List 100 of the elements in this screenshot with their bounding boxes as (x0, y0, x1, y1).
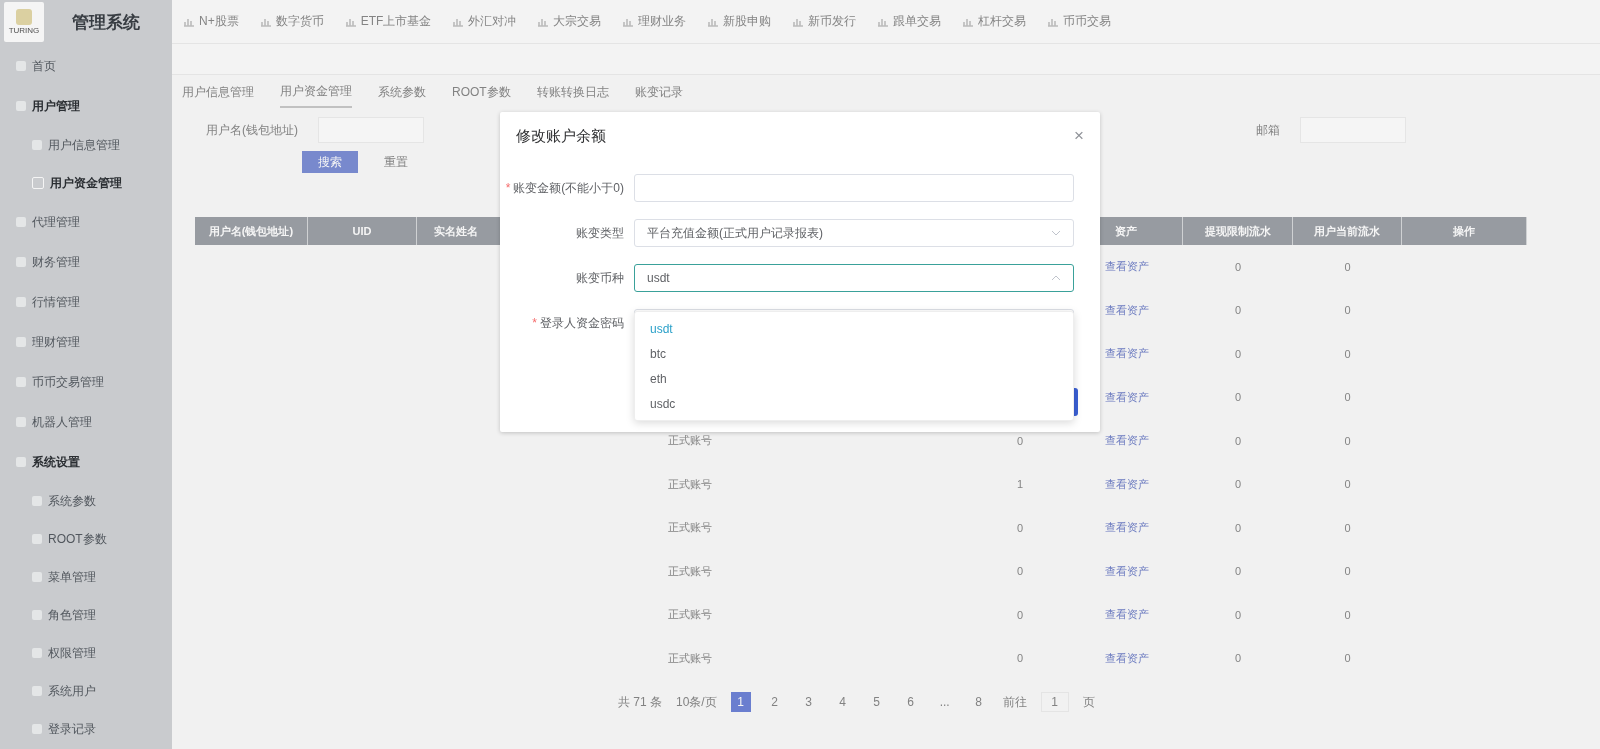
tab[interactable]: 转账转换日志 (536, 77, 609, 107)
nav-item[interactable]: 币币交易 (1048, 13, 1112, 30)
table-cell: 1 (1016, 478, 1024, 491)
assets-link[interactable]: 查看资产 (1104, 608, 1149, 621)
assets-link[interactable]: 查看资产 (1104, 434, 1149, 447)
close-button[interactable]: × (1074, 126, 1084, 146)
nav-item[interactable]: N+股票 (184, 13, 239, 30)
menu-icon (32, 686, 42, 696)
sidebar-subitem[interactable]: 权限管理 (0, 634, 172, 672)
table-cell: 0 (1234, 565, 1242, 578)
nav-item[interactable]: 大宗交易 (538, 13, 602, 30)
page-number[interactable]: 8 (968, 692, 989, 712)
sidebar-subitem[interactable]: 系统用户 (0, 672, 172, 710)
input-field[interactable] (634, 174, 1074, 202)
page-number[interactable]: 4 (832, 692, 853, 712)
nav-item[interactable]: 数字货币 (260, 13, 324, 30)
assets-link[interactable]: 查看资产 (1104, 303, 1149, 316)
chart-icon (963, 16, 975, 27)
assets-link[interactable]: 查看资产 (1104, 564, 1149, 577)
tab[interactable]: 用户信息管理 (182, 77, 254, 107)
sidebar-item[interactable]: 首页 (0, 46, 172, 86)
assets-link[interactable]: 查看资产 (1104, 651, 1149, 664)
total-count: 共 71 条 (618, 693, 662, 711)
sidebar-subitem[interactable]: 登录记录 (0, 710, 172, 748)
menu-icon (32, 177, 44, 189)
table-cell: 正式账号 (668, 608, 712, 621)
nav-item[interactable]: 杠杆交易 (963, 13, 1027, 30)
sidebar-subitem[interactable]: 系统参数 (0, 482, 172, 520)
page-number[interactable]: 1 (730, 692, 751, 712)
tab[interactable]: 账变记录 (634, 77, 683, 107)
assets-link[interactable]: 查看资产 (1104, 521, 1149, 534)
chart-icon (793, 16, 805, 27)
chart-icon (878, 16, 890, 27)
menu-icon (16, 257, 26, 267)
table-cell: 0 (1344, 347, 1351, 360)
menu-icon (16, 217, 26, 227)
page-number[interactable]: ... (934, 692, 955, 712)
nav-item[interactable]: 新股申购 (708, 13, 772, 30)
table-cell: 0 (1016, 521, 1024, 534)
nav-item[interactable]: 跟单交易 (878, 13, 942, 30)
page-number[interactable]: 2 (764, 692, 785, 712)
sidebar-subitem[interactable]: ROOT参数 (0, 520, 172, 558)
menu-icon (16, 297, 26, 307)
assets-link[interactable]: 查看资产 (1104, 260, 1149, 273)
assets-link[interactable]: 查看资产 (1104, 347, 1149, 360)
chart-icon (345, 16, 357, 27)
nav-item[interactable]: ETF上市基金 (345, 13, 432, 30)
table-cell: 0 (1234, 391, 1242, 404)
table-cell: 正式账号 (668, 564, 712, 577)
chevron-up-icon (1051, 275, 1061, 281)
table-cell: 0 (1344, 521, 1351, 534)
field-label: 账变类型 (575, 224, 624, 242)
table-cell: 0 (1016, 652, 1024, 665)
dropdown-option[interactable]: btc (635, 341, 1073, 366)
select-field[interactable]: 平台充值金额(正式用户记录报表) (634, 219, 1074, 247)
reset-button[interactable]: 重置 (378, 151, 414, 173)
tab[interactable]: 用户资金管理 (280, 76, 352, 108)
table-cell: 正式账号 (668, 477, 712, 490)
sidebar-item[interactable]: 财务管理 (0, 242, 172, 282)
column-header: 用户当前流水 (1314, 223, 1380, 239)
menu-icon (16, 417, 26, 427)
nav-item[interactable]: 理财业务 (623, 13, 687, 30)
select-field[interactable]: usdt (634, 264, 1074, 292)
sidebar-subitem[interactable]: 用户资金管理 (0, 164, 172, 202)
page-number[interactable]: 6 (900, 692, 921, 712)
sidebar-item[interactable]: 理财管理 (0, 322, 172, 362)
dropdown-option[interactable]: eth (635, 366, 1073, 391)
table-cell: 正式账号 (668, 434, 712, 447)
sidebar-item[interactable]: 用户管理 (0, 86, 172, 126)
menu-icon (32, 724, 42, 734)
table-cell: 0 (1344, 652, 1351, 665)
sidebar-item[interactable]: 代理管理 (0, 202, 172, 242)
sidebar-item[interactable]: 行情管理 (0, 282, 172, 322)
sidebar-item[interactable]: 机器人管理 (0, 402, 172, 442)
page-number[interactable]: 5 (866, 692, 887, 712)
nav-item[interactable]: 外汇对冲 (453, 13, 517, 30)
menu-icon (32, 496, 42, 506)
column-header: 资产 (1115, 223, 1137, 239)
dropdown-option[interactable]: usdt (635, 316, 1073, 341)
tab[interactable]: 系统参数 (378, 77, 426, 107)
page-size-select[interactable]: 10条/页 (676, 693, 717, 711)
dropdown-option[interactable]: usdc (635, 391, 1073, 416)
nav-item[interactable]: 新币发行 (793, 13, 857, 30)
field-label: 邮箱 (1256, 121, 1280, 139)
page-input[interactable]: 1 (1040, 692, 1069, 712)
assets-link[interactable]: 查看资产 (1104, 477, 1149, 490)
sidebar-subitem[interactable]: 角色管理 (0, 596, 172, 634)
assets-link[interactable]: 查看资产 (1104, 390, 1149, 403)
search-button[interactable]: 搜索 (302, 151, 358, 173)
page-number[interactable]: 3 (798, 692, 819, 712)
sidebar-item[interactable]: 系统设置 (0, 442, 172, 482)
column-header: 提现限制流水 (1204, 223, 1271, 239)
column-header: 用户名(钱包地址) (208, 223, 294, 239)
chart-icon (708, 16, 720, 27)
sidebar-subitem[interactable]: 菜单管理 (0, 558, 172, 596)
tab[interactable]: ROOT参数 (452, 77, 511, 107)
menu-icon (16, 61, 26, 71)
chart-icon (1048, 16, 1060, 27)
sidebar-subitem[interactable]: 用户信息管理 (0, 126, 172, 164)
sidebar-item[interactable]: 币币交易管理 (0, 362, 172, 402)
